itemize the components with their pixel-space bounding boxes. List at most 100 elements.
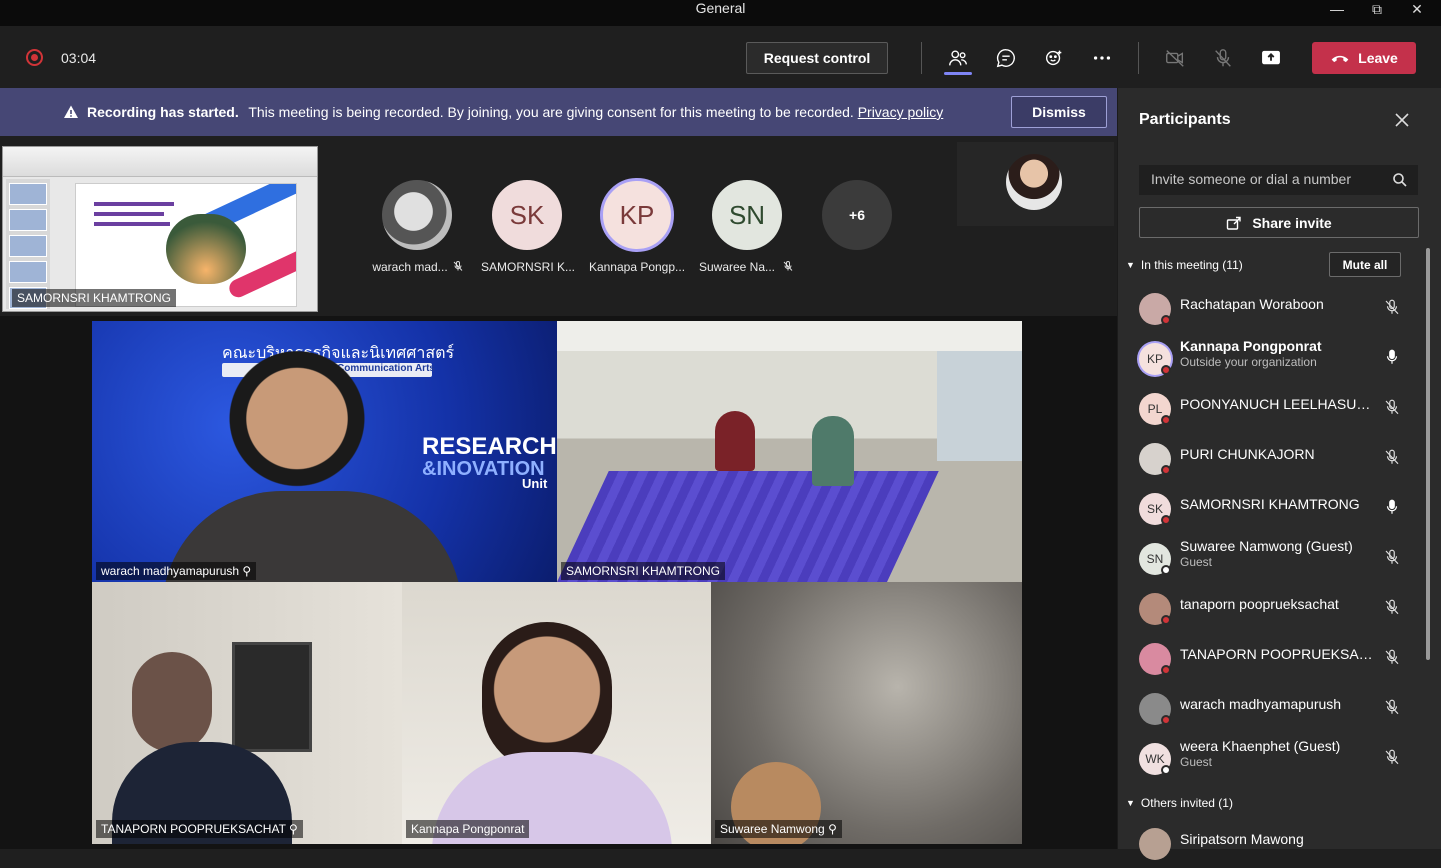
- leave-button[interactable]: Leave: [1312, 42, 1416, 74]
- mic-off-icon[interactable]: [1383, 648, 1401, 666]
- banner-message: This meeting is being recorded. By joini…: [248, 104, 854, 120]
- participant-bubble-photo[interactable]: [382, 180, 452, 250]
- panel-scrollbar[interactable]: [1426, 248, 1430, 660]
- participant-row[interactable]: Rachatapan Woraboon: [1118, 283, 1428, 333]
- participants-panel: Participants Share invite ▼ In this meet…: [1117, 88, 1441, 860]
- invited-row[interactable]: Siripatsorn Mawong: [1118, 818, 1428, 868]
- close-panel-icon[interactable]: [1392, 110, 1412, 130]
- camera-off-icon[interactable]: [1161, 44, 1189, 72]
- participant-row[interactable]: warach madhyamapurush: [1118, 683, 1428, 733]
- recording-icon: [26, 49, 43, 66]
- mic-off-icon[interactable]: [1383, 698, 1401, 716]
- participant-row[interactable]: PURI CHUNKAJORN: [1118, 433, 1428, 483]
- participant-row[interactable]: TANAPORN POOPRUEKSACH...: [1118, 633, 1428, 683]
- bubble-name: warach mad...: [372, 260, 448, 274]
- bubble-name: Suwaree Na...: [698, 260, 776, 274]
- chevron-down-icon: ▼: [1126, 798, 1135, 808]
- toolbar-divider: [1138, 42, 1139, 74]
- participant-bubble-sk[interactable]: SK: [492, 180, 562, 250]
- mic-off-icon[interactable]: [1383, 398, 1401, 416]
- participant-name: warach madhyamapurush: [1180, 696, 1342, 712]
- participant-bubble-kp[interactable]: KP: [600, 178, 674, 252]
- mic-on-icon[interactable]: [1383, 348, 1401, 366]
- dismiss-button[interactable]: Dismiss: [1011, 96, 1107, 128]
- participant-bubble-sn[interactable]: SN: [712, 180, 782, 250]
- mute-all-button[interactable]: Mute all: [1329, 252, 1401, 277]
- participant-row[interactable]: KP Kannapa Pongponrat Outside your organiz…: [1118, 333, 1428, 383]
- video-tile-warach[interactable]: คณะบริหารธุรกิจและนิเทศศาสตร์ Communicat…: [92, 321, 557, 582]
- person-green: [812, 416, 854, 486]
- mic-off-icon[interactable]: [1209, 44, 1237, 72]
- participant-face: [222, 351, 372, 501]
- participant-subtitle: Guest: [1180, 555, 1213, 569]
- participant-row[interactable]: WK weera Khaenphet (Guest) Guest: [1118, 733, 1428, 783]
- avatar: [1139, 828, 1171, 860]
- presence-status-icon: [1161, 515, 1171, 525]
- others-invited-header[interactable]: ▼ Others invited (1): [1126, 796, 1233, 810]
- chat-icon[interactable]: [992, 44, 1020, 72]
- window-view: [937, 351, 1022, 461]
- in-meeting-header[interactable]: ▼ In this meeting (11): [1126, 258, 1243, 272]
- mic-off-icon[interactable]: [1383, 298, 1401, 316]
- phone-hangup-icon: [1331, 55, 1349, 63]
- reactions-icon[interactable]: [1040, 44, 1068, 72]
- mic-off-icon[interactable]: [1383, 598, 1401, 616]
- video-tile-label: TANAPORN POOPRUEKSACHAT ⚲: [96, 820, 303, 838]
- chevron-down-icon: ▼: [1126, 260, 1135, 270]
- toolbar-divider: [921, 42, 922, 74]
- mic-on-icon[interactable]: [1383, 498, 1401, 516]
- video-tile-label: SAMORNSRI KHAMTRONG: [561, 562, 726, 580]
- close-window-icon[interactable]: ✕: [1397, 0, 1437, 18]
- video-grid: คณะบริหารธุรกิจและนิเทศศาสตร์ Communicat…: [0, 316, 1117, 849]
- comm-arts-text: Communication Arts: [337, 363, 435, 374]
- participants-icon[interactable]: [944, 44, 972, 72]
- mic-off-icon[interactable]: [1383, 448, 1401, 466]
- video-tile-label: Suwaree Namwong ⚲: [715, 820, 842, 838]
- presence-status-icon: [1161, 365, 1171, 375]
- participant-row[interactable]: PL POONYANUCH LEELHASUWAN: [1118, 383, 1428, 433]
- participant-row[interactable]: tanaporn pooprueksachat: [1118, 583, 1428, 633]
- video-tile-kannapa[interactable]: Kannapa Pongponrat: [402, 582, 711, 844]
- participant-row[interactable]: SN Suwaree Namwong (Guest) Guest: [1118, 533, 1428, 583]
- invite-search-field[interactable]: [1139, 165, 1418, 195]
- restore-icon[interactable]: ⧉: [1357, 0, 1397, 18]
- window-title: General: [695, 0, 746, 16]
- banner-text: Recording has started. This meeting is b…: [87, 104, 943, 120]
- participant-face: [132, 652, 212, 752]
- request-control-button[interactable]: Request control: [746, 42, 888, 74]
- share-screen-icon[interactable]: [1257, 44, 1285, 72]
- meeting-timer: 03:04: [61, 50, 97, 66]
- participant-name: tanaporn pooprueksachat: [1180, 596, 1339, 612]
- video-tile-tanaporn[interactable]: TANAPORN POOPRUEKSACHAT ⚲: [92, 582, 402, 844]
- shared-screen-thumbnail[interactable]: SAMORNSRI KHAMTRONG: [2, 146, 318, 312]
- participant-row[interactable]: SK SAMORNSRI KHAMTRONG: [1118, 483, 1428, 533]
- participant-name: Kannapa Pongponrat: [1180, 338, 1322, 354]
- presence-status-icon: [1161, 715, 1171, 725]
- muted-icon: ⚲: [289, 822, 298, 836]
- warning-icon: [64, 105, 78, 118]
- presence-status-icon: [1161, 465, 1171, 475]
- presence-status-icon: [1161, 765, 1171, 775]
- presence-status-icon: [1161, 315, 1171, 325]
- share-invite-label: Share invite: [1252, 214, 1332, 231]
- invite-input[interactable]: [1151, 171, 1381, 187]
- participant-name: TANAPORN POOPRUEKSACH...: [1180, 646, 1375, 662]
- video-tile-suwaree[interactable]: Suwaree Namwong ⚲: [711, 582, 1022, 844]
- participant-face: [482, 622, 612, 772]
- share-invite-button[interactable]: Share invite: [1139, 207, 1419, 238]
- presence-status-icon: [1161, 665, 1171, 675]
- search-icon[interactable]: [1392, 172, 1408, 188]
- more-icon[interactable]: [1088, 44, 1116, 72]
- ceiling: [557, 321, 1022, 351]
- mic-off-icon[interactable]: [1383, 548, 1401, 566]
- privacy-policy-link[interactable]: Privacy policy: [858, 104, 944, 120]
- mic-off-icon[interactable]: [1383, 748, 1401, 766]
- muted-icon: ⚲: [828, 822, 837, 836]
- participant-subtitle: Outside your organization: [1180, 355, 1317, 369]
- minimize-icon[interactable]: —: [1317, 0, 1357, 18]
- video-tile-samornsri[interactable]: SAMORNSRI KHAMTRONG: [557, 321, 1022, 582]
- overflow-participants[interactable]: +6: [822, 180, 892, 250]
- in-meeting-label: In this meeting (11): [1140, 258, 1243, 272]
- banner-title: Recording has started.: [87, 104, 239, 120]
- share-icon: [1227, 216, 1242, 230]
